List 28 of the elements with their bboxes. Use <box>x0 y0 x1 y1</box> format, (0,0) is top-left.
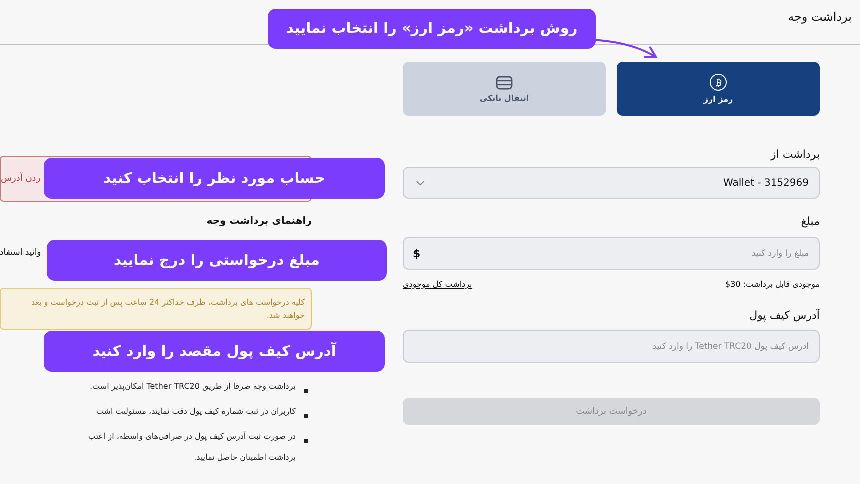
annotation-callout: حساب مورد نظر را انتخاب کنید <box>44 158 385 199</box>
bullet-icon <box>304 414 308 418</box>
annotation-callout: آدرس کیف پول مقصد را وارد کنید <box>44 331 385 372</box>
address-field[interactable]: آدرس کیف پول Tether TRC20 را وارد کنید <box>403 330 820 363</box>
annotation-callout: مبلغ درخواستی را درج نمایید <box>47 240 387 281</box>
bullet-icon <box>304 439 308 443</box>
field-label: آدرس کیف پول <box>748 309 820 322</box>
notice-text: خواهند شد. <box>266 310 305 322</box>
method-tab[interactable]: رمز ارز <box>617 62 820 116</box>
guide-item: برداشت وجه صرفا از طریق Tether TRC20 امکان‌پذیر است. <box>90 381 296 393</box>
bullet-icon <box>304 389 308 393</box>
withdraw-all-link[interactable]: برداشت کل موجودی <box>403 280 472 289</box>
field-label: مبلغ <box>800 215 820 228</box>
currency-symbol: $ <box>413 247 421 260</box>
guide-item: کاربران در ثبت شماره کیف پول دقت نمایند، مسئولیت اشت <box>96 406 296 418</box>
balance-text: موجودی قابل برداشت: 30$ <box>726 280 820 289</box>
alert-text: ردن آدرس <box>1 174 41 184</box>
bitcoin-icon <box>710 74 727 91</box>
guide-text: وانید استفاد <box>0 248 42 258</box>
account-select[interactable]: Wallet - 3152969 <box>403 167 820 199</box>
guide-item: در صورت ثبت آدرس کیف پول در صرافی‌های واسطه، از اعتب برداشت اطمینان حاصل نمایید. <box>88 430 296 464</box>
page-title: برداشت وجه <box>788 10 852 26</box>
method-tab[interactable]: انتقال بانکی <box>403 62 606 116</box>
notice-text: کلیه درخواست های برداشت، ظرف حداکثر 24 ساعت پس از ثبت درخواست و بعد <box>30 297 305 309</box>
guide-title: راهنمای برداشت وجه <box>206 216 312 227</box>
field-label: برداشت از <box>770 148 820 161</box>
credit-card-icon <box>496 76 513 90</box>
annotation-callout: روش برداشت «رمز ارز» را انتخاب نمایید <box>268 9 596 49</box>
